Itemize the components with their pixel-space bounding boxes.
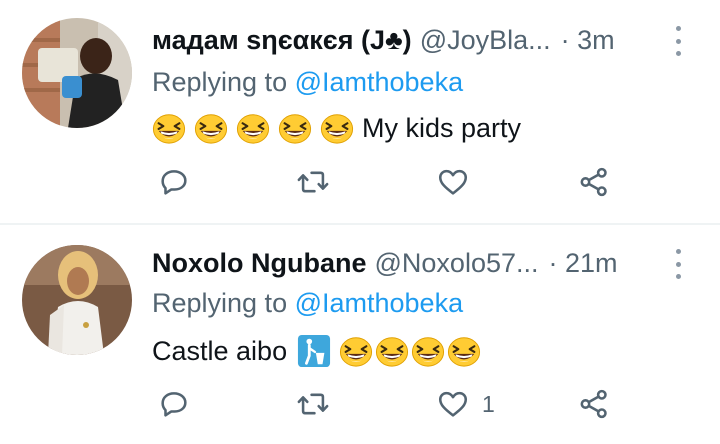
display-name[interactable]: мадам ѕηєαкєя (J♣) [152,25,412,56]
litter-in-bin-sign-emoji [297,334,331,368]
tweet-text: Castle aibo [152,331,483,371]
retweet-icon [297,393,329,415]
reply-icon [161,392,187,417]
user-handle[interactable]: @JoyBla... [420,25,551,56]
reply-button[interactable] [157,387,191,421]
grinning-squinting-face-emoji [236,111,270,145]
share-icon [580,389,607,419]
grinning-squinting-face-emoji [278,111,312,145]
tweet-body-text: Castle aibo [152,335,288,366]
timestamp[interactable]: · 21m [549,248,618,279]
heart-icon [438,391,468,417]
share-button[interactable] [577,165,611,199]
grinning-squinting-face-emoji [320,111,354,145]
grinning-squinting-face-emoji [339,334,373,368]
user-handle[interactable]: @Noxolo57... [375,248,539,279]
retweet-button[interactable] [296,387,330,421]
avatar-photo [22,18,132,128]
retweet-icon [297,171,329,193]
retweet-button[interactable] [296,165,330,199]
timestamp[interactable]: · 3m [561,25,615,56]
heart-icon [438,169,468,195]
tweet-actions [0,165,720,205]
like-button[interactable] [436,165,482,199]
tweet-header: мадам ѕηєαкєя (J♣) @JoyBla... · 3m [152,22,690,58]
share-icon [580,167,607,197]
reply-button[interactable] [157,165,191,199]
replying-to: Replying to @Iamthobeka [152,64,463,100]
tweet-header: Noxolo Ngubane @Noxolo57... · 21m [152,245,690,281]
mention-link[interactable]: @Iamthobeka [295,67,464,97]
avatar[interactable] [22,245,132,355]
mention-link[interactable]: @Iamthobeka [295,288,464,318]
avatar[interactable] [22,18,132,128]
grinning-squinting-face-emoji [194,111,228,145]
replying-to-label: Replying to [152,67,295,97]
reply-icon [161,170,187,195]
tweet-2[interactable]: Noxolo Ngubane @Noxolo57... · 21m Replyi… [0,225,720,444]
replying-to-label: Replying to [152,288,295,318]
tweet-1[interactable]: мадам ѕηєαкєя (J♣) @JoyBla... · 3m Reply… [0,0,720,222]
grinning-squinting-face-emoji [447,334,481,368]
tweet-actions: 1 [0,387,720,427]
tweet-text: My kids party [152,108,521,148]
grinning-squinting-face-emoji [411,334,445,368]
more-options-icon[interactable] [671,249,685,279]
grinning-squinting-face-emoji [375,334,409,368]
tweet-body-text: My kids party [362,112,522,143]
like-count: 1 [482,390,495,417]
like-button[interactable]: 1 [436,387,495,421]
replying-to: Replying to @Iamthobeka [152,285,463,321]
more-options-icon[interactable] [671,26,685,56]
share-button[interactable] [577,387,611,421]
grinning-squinting-face-emoji [152,111,186,145]
avatar-photo [22,245,132,355]
display-name[interactable]: Noxolo Ngubane [152,248,367,279]
